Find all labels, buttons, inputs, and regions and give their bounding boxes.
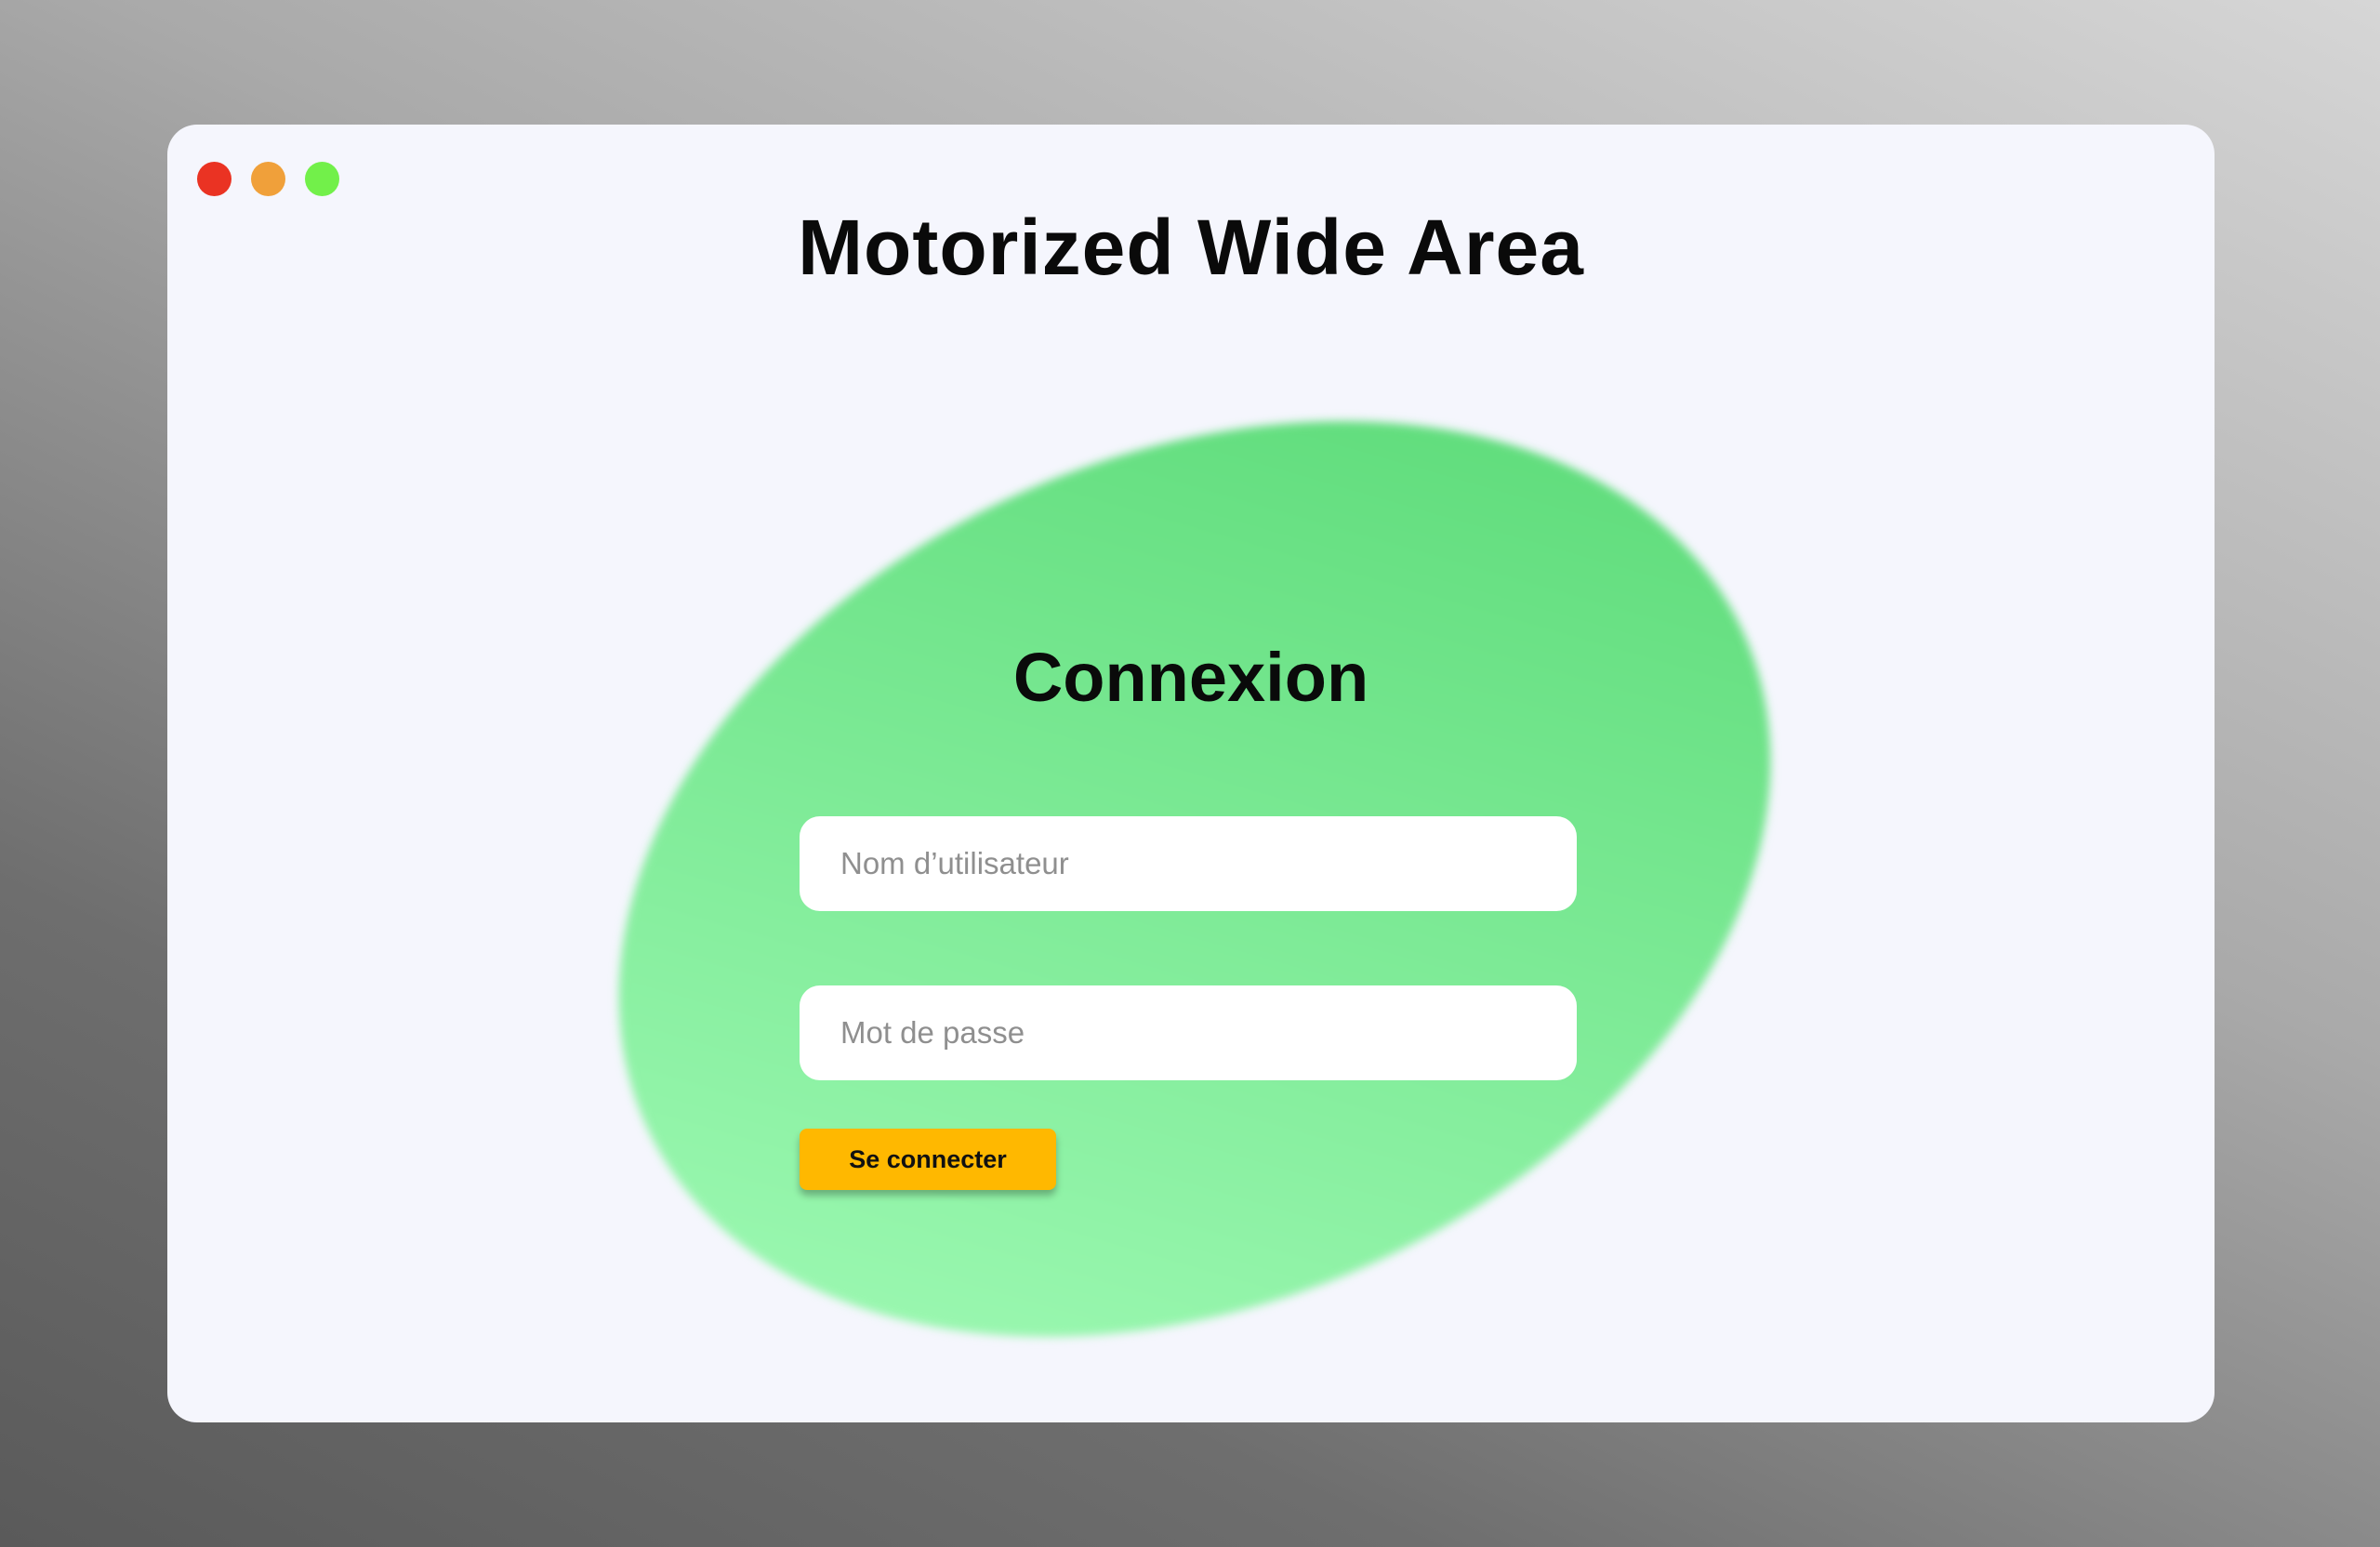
login-title: Connexion: [1012, 639, 1369, 716]
minimize-window-button[interactable]: [251, 162, 285, 196]
app-window: Motorized Wide Area Connexion Se connect…: [167, 125, 2215, 1422]
close-window-button[interactable]: [197, 162, 231, 196]
maximize-window-button[interactable]: [305, 162, 339, 196]
app-title: Motorized Wide Area: [798, 204, 1584, 291]
username-input[interactable]: [800, 816, 1577, 911]
login-button[interactable]: Se connecter: [800, 1129, 1056, 1190]
window-controls: [197, 162, 339, 196]
password-input[interactable]: [800, 985, 1577, 1080]
